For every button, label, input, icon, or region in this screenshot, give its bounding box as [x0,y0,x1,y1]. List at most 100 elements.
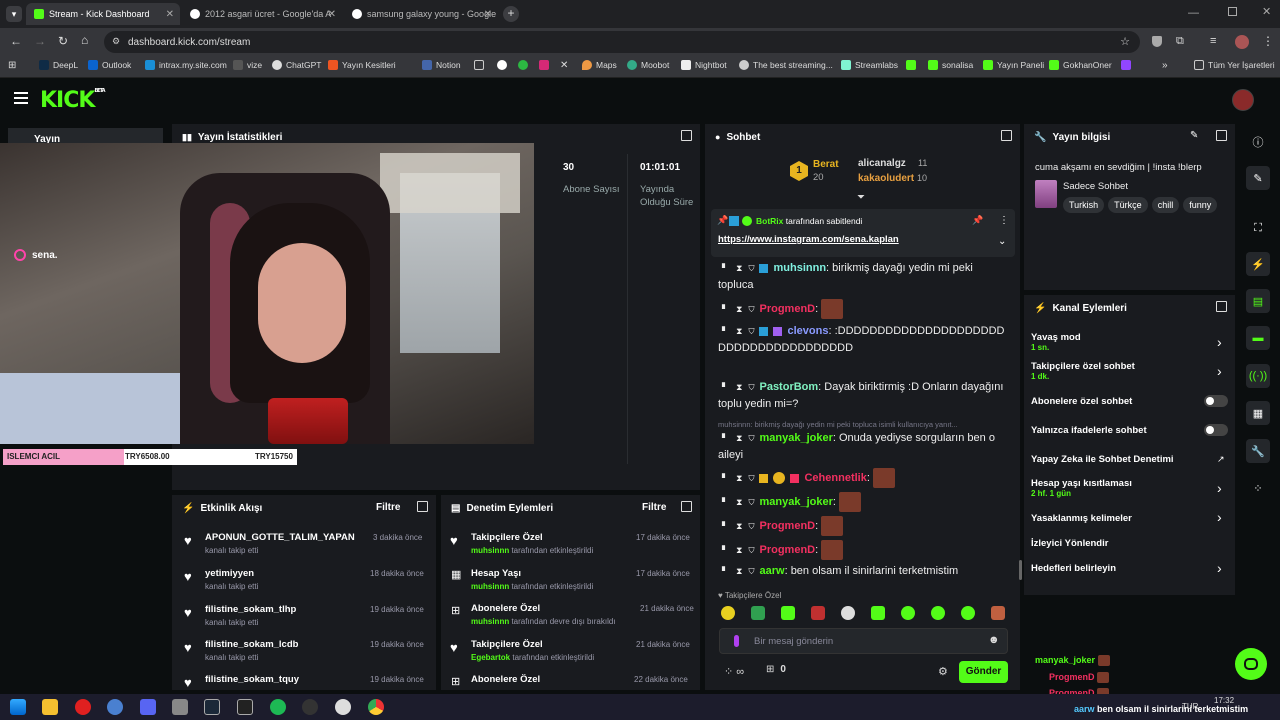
discord-icon[interactable] [140,699,156,715]
chevron-right-icon[interactable]: › [1217,334,1222,350]
close-tab-icon[interactable]: ✕ [166,9,174,20]
action-account-age[interactable]: Hesap yaşı kısıtlaması 2 hf. 1 gün [1031,478,1132,498]
popout-icon[interactable] [1216,130,1227,141]
twitch-icon[interactable] [1121,60,1135,70]
chat-username[interactable]: clevons [787,325,828,337]
tag[interactable]: Türkçe [1108,197,1148,213]
bookmark-nightbot[interactable]: Nightbot [681,60,727,70]
bookmark-kick-1[interactable] [906,60,920,70]
emote-4[interactable] [811,606,825,620]
spotify-icon[interactable] [270,699,286,715]
emote-5[interactable] [841,606,855,620]
emote-only-toggle[interactable] [1204,424,1228,436]
chat-settings-icon[interactable]: ⚙ [938,665,948,678]
shield-extension-icon[interactable] [1152,36,1162,47]
emoji-icon[interactable]: ☻ [988,634,1000,646]
emote-9[interactable] [961,606,975,620]
action-followers-only[interactable]: Takipçilere özel sohbet 1 dk. [1031,361,1135,381]
opera-icon[interactable] [75,699,91,715]
tab-kick-dashboard[interactable]: Stream - Kick Dashboard ✕ [26,3,180,25]
leader-2-name[interactable]: alicanalgz [858,158,906,169]
tag[interactable]: Turkish [1063,197,1105,213]
obs-icon[interactable] [302,699,318,715]
document-icon[interactable]: ▤ [1246,289,1270,313]
steam-icon[interactable] [204,699,220,715]
moderation-filter-button[interactable]: Filtre [642,502,666,513]
bolt-icon[interactable]: ⚡ [1246,252,1270,276]
edit-icon[interactable]: ✎ [1190,130,1198,141]
app-icon[interactable] [335,699,351,715]
emote-8[interactable] [931,606,945,620]
back-icon[interactable]: ← [10,34,22,48]
hamburger-menu-icon[interactable] [14,92,28,104]
chat-input[interactable]: Bir mesaj gönderin ☻ [719,628,1008,654]
tab-google-asgari[interactable]: 2012 asgari ücret - Google'da A ✕ [182,3,342,25]
app-icon[interactable] [107,699,123,715]
apps-grid-icon[interactable]: ⊞ [8,60,16,71]
broadcast-icon[interactable]: ((·)) [1246,364,1270,388]
close-window-button[interactable]: ✕ [1262,5,1271,18]
profile-avatar[interactable] [1235,35,1249,49]
chevron-right-icon[interactable]: › [1217,363,1222,379]
points-display[interactable]: ⊞ 0 [766,664,786,675]
send-button[interactable]: Gönder [959,661,1008,683]
category-name[interactable]: Sadece Sohbet [1063,181,1128,192]
bookmark-sonalisa[interactable]: sonalisa [928,60,973,70]
chevron-right-icon[interactable]: › [1217,480,1222,496]
popout-icon[interactable] [681,130,692,141]
action-goals[interactable]: Hedefleri belirleyin [1031,563,1116,574]
chat-username[interactable]: manyak_joker [759,432,832,444]
chrome-icon[interactable] [368,699,384,715]
browser-menu-icon[interactable]: ⋮ [1262,34,1274,48]
new-tab-button[interactable]: + [503,6,519,22]
action-slow-mode[interactable]: Yavaş mod 1 sn. [1031,332,1081,352]
leaderboard-expand-icon[interactable]: ⏷ [857,192,865,203]
pinned-menu-icon[interactable]: ⋮ [999,215,1009,226]
x-icon[interactable]: ✕ [560,60,568,71]
bookmark-notion[interactable]: Notion [422,60,461,70]
chat-username[interactable]: ProgmenD [759,303,815,315]
popout-icon[interactable] [1001,130,1012,141]
bookmark-streamlabs[interactable]: Streamlabs [841,60,898,70]
chat-username[interactable]: muhsinnn [773,262,826,274]
pinned-link[interactable]: https://www.instagram.com/sena.kaplan [718,234,899,245]
windows-start-icon[interactable] [10,699,26,715]
bookmark-yayin-paneli[interactable]: Yayın Paneli [983,60,1044,70]
chat-username[interactable]: ProgmenD [759,520,815,532]
leader-3-name[interactable]: kakaoludert [858,173,914,184]
bookmark-star-icon[interactable]: ☆ [1120,35,1130,48]
subscribers-only-toggle[interactable] [1204,395,1228,407]
bookmark-yayin-kesitleri[interactable]: Yayın Kesitleri [328,60,396,70]
emote-3[interactable] [781,606,795,620]
pinned-expand-icon[interactable]: ⌄ [998,236,1006,247]
language-indicator[interactable]: TUR [1182,702,1198,711]
chat-username[interactable]: aarw [759,565,784,577]
layout-icon[interactable]: ▦ [1246,401,1270,425]
tag[interactable]: funny [1183,197,1218,213]
site-info-icon[interactable]: ⚙ [112,36,120,47]
chat-username[interactable]: ProgmenD [759,544,815,556]
close-tab-icon[interactable]: ✕ [328,9,336,20]
tag[interactable]: chill [1151,197,1180,213]
bookmark-maps[interactable]: Maps [582,60,617,70]
media-icon[interactable]: ≡ [1210,35,1216,47]
infinity-points[interactable]: ⁘ ∞ [724,665,744,678]
emote-6[interactable] [871,606,885,620]
emote-2[interactable] [751,606,765,620]
pencil-icon[interactable]: ✎ [1246,166,1270,190]
whatsapp-icon[interactable] [518,60,532,70]
url-input[interactable]: ⚙ dashboard.kick.com/stream ☆ [104,31,1140,53]
user-avatar[interactable] [1232,89,1254,111]
add-widget-icon[interactable]: ⁘ [1246,476,1270,500]
google-icon[interactable] [497,60,511,70]
instagram-icon[interactable] [539,60,553,70]
file-explorer-icon[interactable] [42,699,58,715]
forward-icon[interactable]: → [34,34,46,48]
emote-7[interactable] [901,606,915,620]
support-chat-button[interactable] [1235,648,1267,680]
maximize-button[interactable] [1228,7,1237,16]
chevron-right-icon[interactable]: › [1217,560,1222,576]
tab-google-samsung[interactable]: samsung galaxy young - Google ✕ [344,3,498,25]
all-bookmarks[interactable]: Tüm Yer İşaretleri [1194,60,1275,70]
external-link-icon[interactable]: ↗ [1217,454,1225,465]
